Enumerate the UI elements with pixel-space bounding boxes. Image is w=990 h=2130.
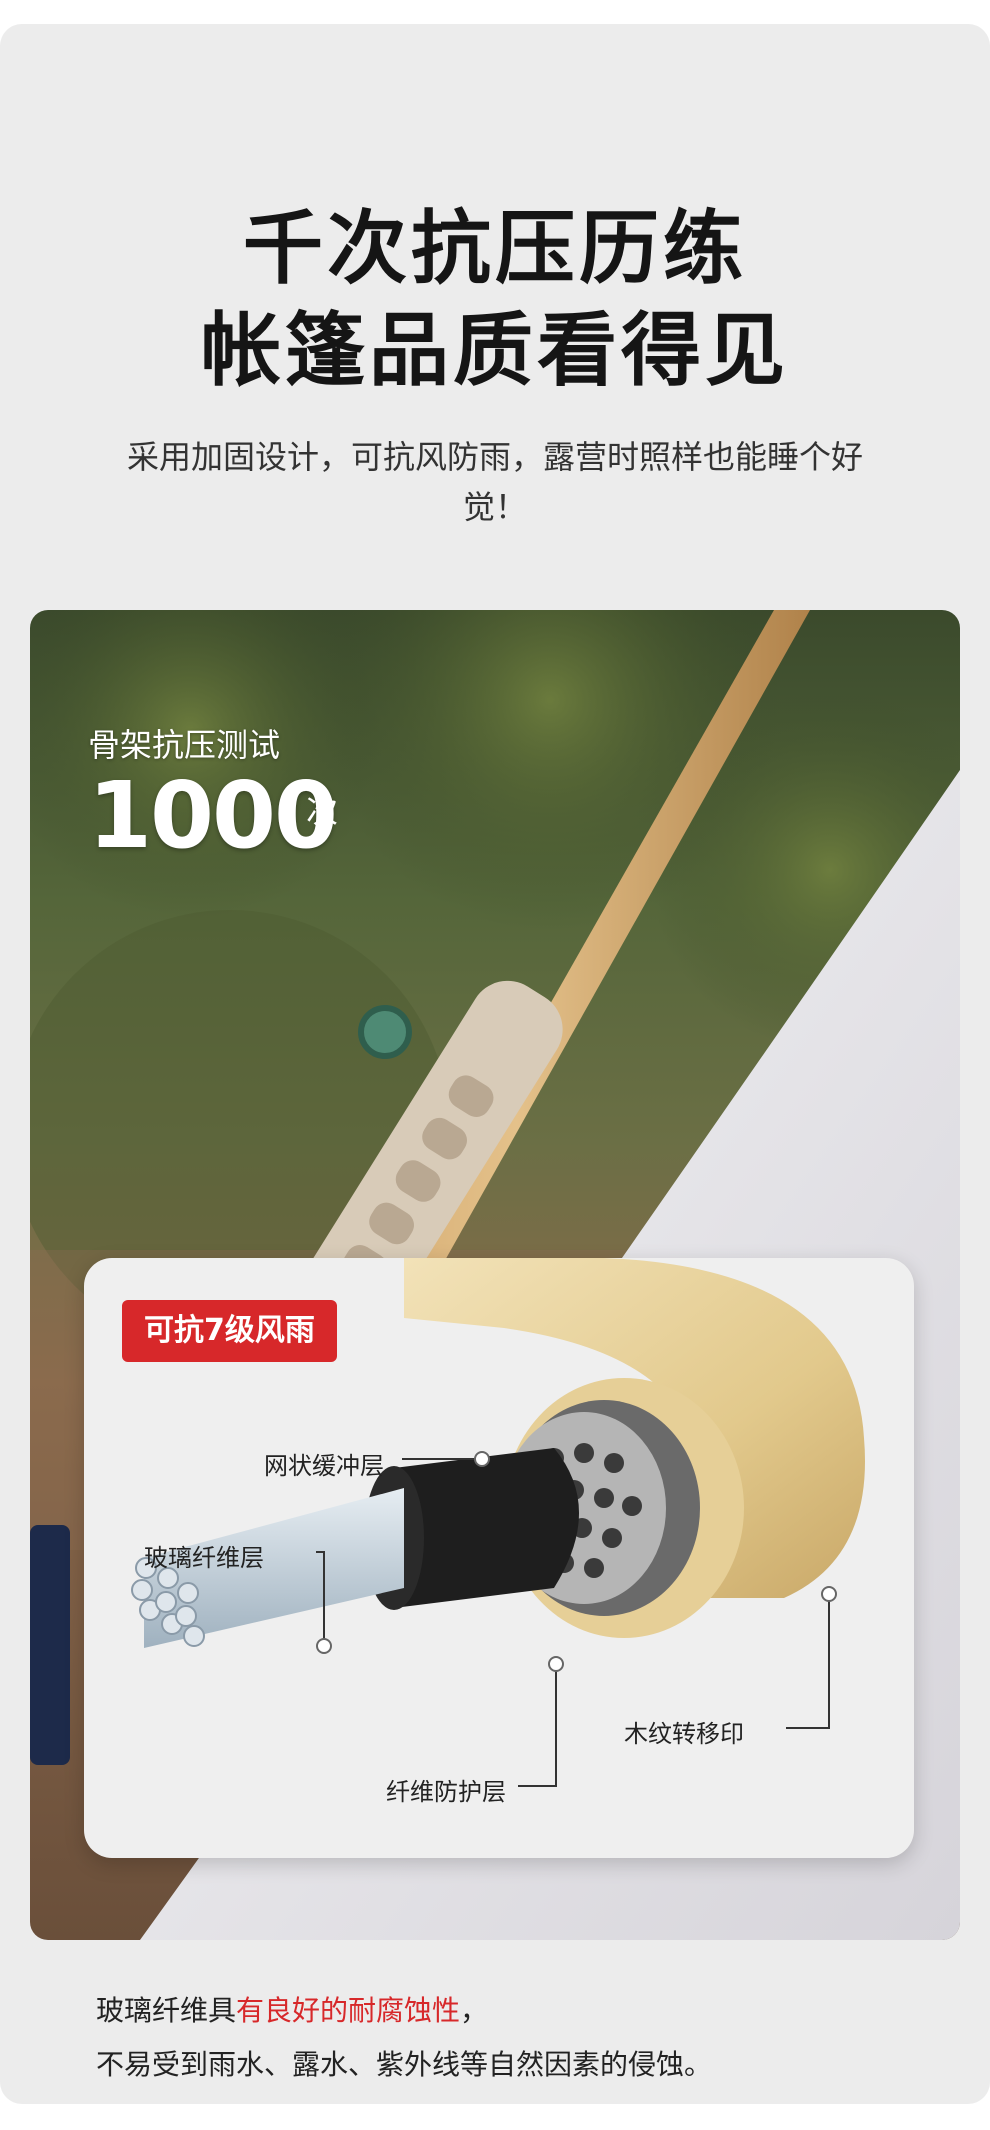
stat-unit: 次 [306, 792, 339, 830]
callout-fiber-protect: 纤维防护层 [386, 1778, 506, 1806]
footer-prefix: 玻璃纤维具 [96, 1994, 237, 2027]
headline-line-1: 千次抗压历练 [243, 202, 747, 295]
tent-pole-photo: 骨架抗压测试 1000 次 可抗7级风雨 网状缓冲层 玻璃纤维层 木纹转移印 纤… [30, 610, 960, 1940]
callout-fiberglass-layer: 玻璃纤维层 [144, 1544, 264, 1572]
stat-value: 1000 [88, 762, 338, 869]
footer-suffix: ， [460, 1994, 489, 2027]
product-card: 千次抗压历练 帐篷品质看得见 采用加固设计，可抗风防雨，露营时照样也能睡个好觉！ [0, 24, 990, 2104]
stat-label: 骨架抗压测试 [88, 726, 281, 764]
footer-description: 玻璃纤维具有良好的耐腐蚀性， 不易受到雨水、露水、紫外线等自然因素的侵蚀。 [96, 1984, 916, 2092]
subtitle: 采用加固设计，可抗风防雨，露营时照样也能睡个好觉！ [126, 438, 863, 526]
callout-mesh-layer: 网状缓冲层 [264, 1452, 384, 1480]
callout-wood-grain: 木纹转移印 [624, 1720, 744, 1748]
wind-rating-badge: 可抗7级风雨 [122, 1300, 337, 1362]
footer-line-2: 不易受到雨水、露水、紫外线等自然因素的侵蚀。 [96, 2048, 713, 2081]
headline-line-2: 帐篷品质看得见 [201, 304, 789, 397]
footer-highlight: 有良好的耐腐蚀性 [236, 1994, 461, 2027]
pole-cross-section-panel: 可抗7级风雨 网状缓冲层 玻璃纤维层 木纹转移印 纤维防护层 [84, 1258, 914, 1858]
